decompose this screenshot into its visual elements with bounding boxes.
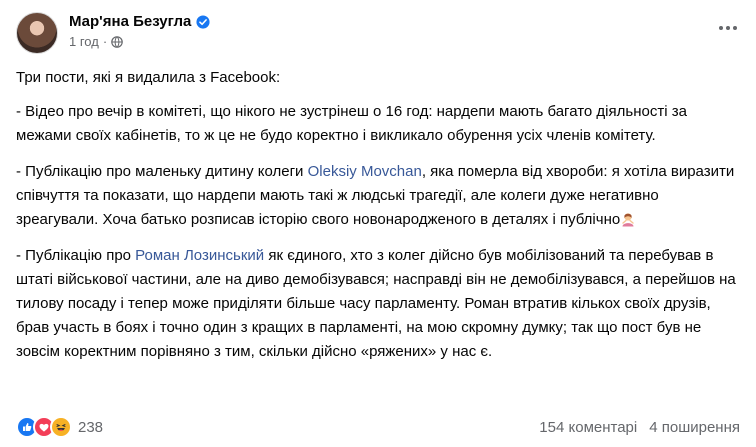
shares-count[interactable]: 4 поширення (649, 419, 740, 436)
mention-link-roman-lozynskyi[interactable]: Роман Лозинський (135, 247, 264, 264)
post-footer: 238 154 коментарі 4 поширення (16, 414, 740, 440)
more-dot (719, 26, 723, 30)
haha-reaction-icon (50, 416, 72, 438)
post-intro: Три пости, які я видалила з Facebook: (16, 69, 281, 86)
author-row: Мар'яна Безугла (69, 13, 210, 30)
person-gesturing-emoji (622, 213, 634, 227)
post-bullet-1: - Відео про вечір в комітеті, що нікого … (16, 103, 687, 144)
more-dot (726, 26, 730, 30)
reactions-summary[interactable]: 238 (16, 416, 103, 438)
time-separator: · (102, 34, 108, 49)
more-dot (733, 26, 737, 30)
mention-link-oleksiy-movchan[interactable]: Oleksiy Movchan (308, 163, 422, 180)
bullet-3-text-start: - Публікацію про (16, 247, 136, 264)
post-body: Три пости, які я видалила з Facebook: - … (16, 66, 740, 376)
bullet-2-text-start: - Публікацію про маленьку дитину колеги (16, 163, 308, 180)
post-header: Мар'яна Безугла 1 год · (16, 12, 210, 54)
verified-badge-icon (196, 14, 210, 29)
globe-icon[interactable] (111, 35, 123, 48)
post-bullet-2: - Публікацію про маленьку дитину колеги … (16, 160, 740, 232)
more-options-icon[interactable] (716, 20, 740, 36)
author-name[interactable]: Мар'яна Безугла (69, 13, 191, 30)
post-meta: Мар'яна Безугла 1 год · (69, 13, 210, 49)
reactions-count: 238 (78, 418, 104, 436)
post-time-row: 1 год · (69, 34, 210, 49)
author-avatar[interactable] (16, 12, 58, 54)
post-time[interactable]: 1 год (69, 34, 99, 49)
comments-count[interactable]: 154 коментарі (539, 419, 637, 436)
post-bullet-3: - Публікацію про Роман Лозинський як єди… (16, 244, 740, 364)
post-stats: 154 коментарі 4 поширення (539, 419, 740, 436)
